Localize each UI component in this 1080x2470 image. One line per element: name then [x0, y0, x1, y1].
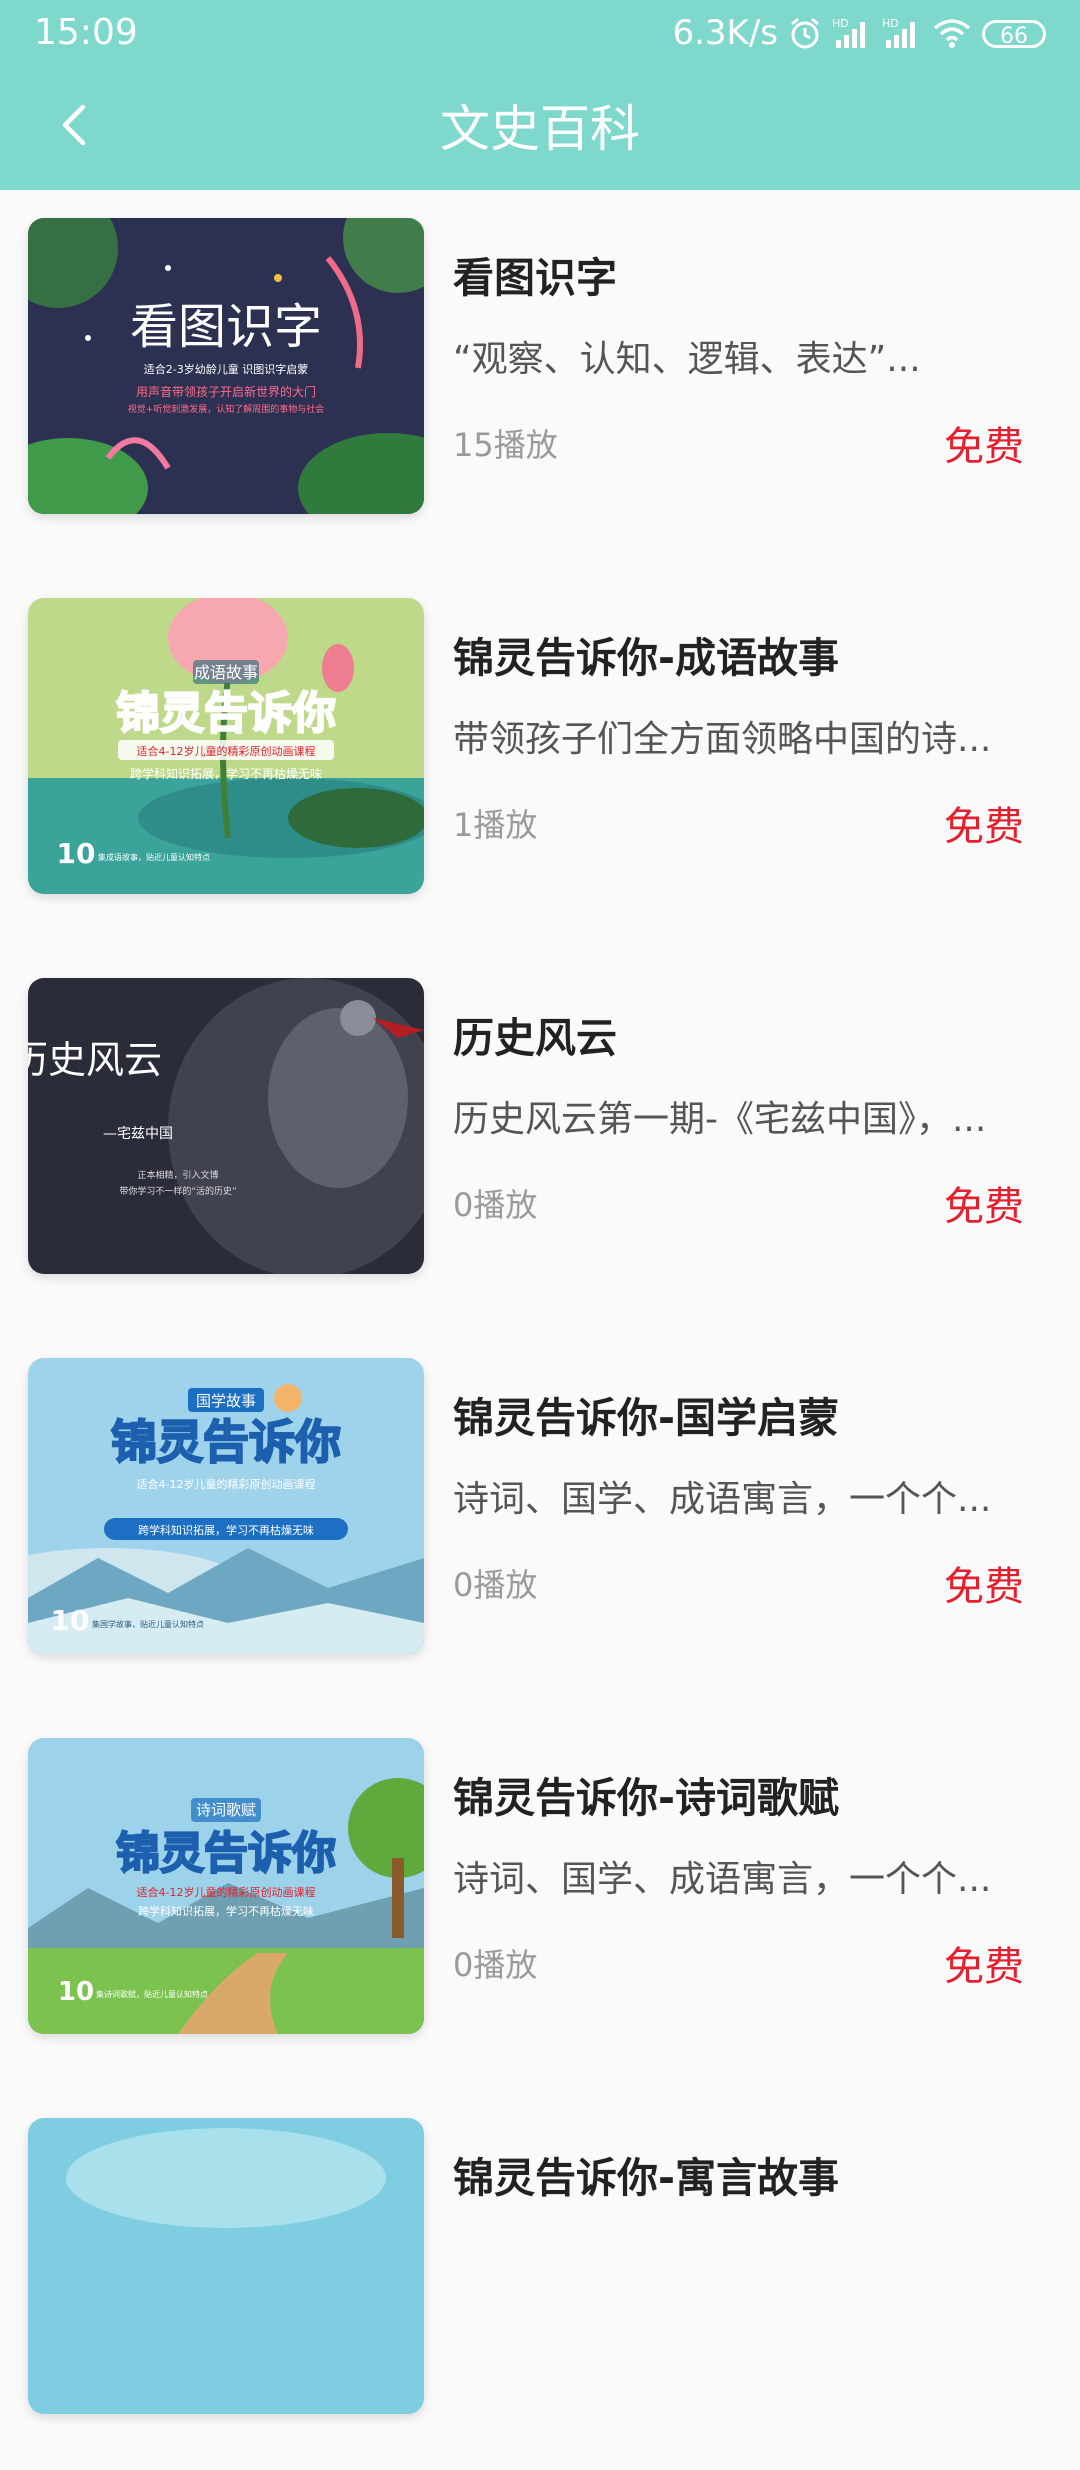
- course-thumbnail[interactable]: 国学故事 锦灵告诉你 适合4-12岁儿童的精彩原创动画课程 跨学科知识拓展，学习…: [28, 1358, 424, 1654]
- thumbnail-subline: 适合4-12岁儿童的精彩原创动画课程: [137, 744, 316, 758]
- course-item[interactable]: 国学故事 锦灵告诉你 适合4-12岁儿童的精彩原创动画课程 跨学科知识拓展，学习…: [0, 1330, 1080, 1710]
- thumbnail-headline: 锦灵告诉你: [116, 1828, 336, 1879]
- thumbnail-headline: 看图识字: [130, 299, 322, 355]
- play-count: 1播放: [453, 806, 538, 844]
- thumbnail-count-note: 集国学故事，贴近儿童认知特点: [92, 1619, 204, 1629]
- thumbnail-subline: 适合4-12岁儿童的精彩原创动画课程: [137, 1477, 316, 1491]
- course-description: “观察、认知、逻辑、表达”...: [453, 339, 921, 380]
- thumbnail-headline: 历史风云: [28, 1038, 162, 1082]
- svg-text:HD: HD: [882, 17, 899, 30]
- thumbnail-count: 10: [57, 837, 96, 870]
- course-thumbnail[interactable]: 历史风云 —宅兹中国 正本相精，引入文博 带你学习不一样的“活的历史”: [28, 978, 424, 1274]
- course-item[interactable]: 成语故事 锦灵告诉你 适合4-12岁儿童的精彩原创动画课程 跨学科知识拓展，学习…: [0, 570, 1080, 950]
- status-indicators: 6.3K/s HD HD 66: [672, 10, 1046, 56]
- thumbnail-line: 正本相精，引入文博: [137, 1169, 218, 1181]
- thumbnail-line: 带你学习不一样的“活的历史”: [119, 1185, 236, 1197]
- play-count: 15播放: [453, 426, 558, 464]
- course-item[interactable]: 历史风云 —宅兹中国 正本相精，引入文博 带你学习不一样的“活的历史” 历史风云…: [0, 950, 1080, 1330]
- wifi-icon: [932, 16, 972, 50]
- page-title: 文史百科: [440, 100, 640, 158]
- course-item[interactable]: 锦灵告诉你-寓言故事: [0, 2090, 1080, 2470]
- thumbnail-subline: —宅兹中国: [103, 1126, 173, 1142]
- thumbnail-count: 10: [51, 1604, 90, 1637]
- thumbnail-line: 跨学科知识拓展，学习不再枯燥无味: [138, 1523, 314, 1537]
- battery-icon: 66: [982, 20, 1046, 49]
- course-item[interactable]: 诗词歌赋 锦灵告诉你 适合4-12岁儿童的精彩原创动画课程 跨学科知识拓展，学习…: [0, 1710, 1080, 2090]
- thumbnail-line: 用声音带领孩子开启新世界的大门: [136, 384, 316, 399]
- thumbnail-headline: 锦灵告诉你: [116, 688, 336, 739]
- course-title[interactable]: 锦灵告诉你-成语故事: [453, 624, 1033, 684]
- play-count: 0播放: [453, 1946, 538, 1984]
- signal-hd-icon: HD: [832, 16, 872, 50]
- thumbnail-subline: 适合2-3岁幼龄儿童 识图识字启蒙: [144, 362, 308, 376]
- course-title[interactable]: 看图识字: [453, 244, 1033, 304]
- alarm-icon: [788, 16, 822, 50]
- course-title[interactable]: 锦灵告诉你-国学启蒙: [453, 1384, 1033, 1444]
- play-count: 0播放: [453, 1186, 538, 1224]
- thumbnail-count-note: 集诗词歌赋，贴近儿童认知特点: [96, 1989, 208, 1999]
- course-item[interactable]: 看图识字 适合2-3岁幼龄儿童 识图识字启蒙 用声音带领孩子开启新世界的大门 视…: [0, 190, 1080, 570]
- course-description: 历史风云第一期-《宅兹中国》，...: [453, 1099, 987, 1140]
- thumbnail-headline: 锦灵告诉你: [111, 1415, 341, 1469]
- course-thumbnail[interactable]: [28, 2118, 424, 2414]
- price-badge: 免费: [944, 1944, 1024, 1990]
- thumbnail-count-note: 集成语故事，贴近儿童认知特点: [98, 852, 210, 862]
- thumbnail-tag: 诗词歌赋: [196, 1801, 256, 1819]
- price-badge: 免费: [944, 804, 1024, 850]
- course-thumbnail[interactable]: 成语故事 锦灵告诉你 适合4-12岁儿童的精彩原创动画课程 跨学科知识拓展，学习…: [28, 598, 424, 894]
- net-speed: 6.3K/s: [672, 13, 778, 53]
- course-description: 带领孩子们全方面领略中国的诗...: [453, 719, 992, 760]
- svg-text:HD: HD: [832, 17, 849, 30]
- price-badge: 免费: [944, 1564, 1024, 1610]
- course-thumbnail[interactable]: 诗词歌赋 锦灵告诉你 适合4-12岁儿童的精彩原创动画课程 跨学科知识拓展，学习…: [28, 1738, 424, 2034]
- price-badge: 免费: [944, 424, 1024, 470]
- thumbnail-line: 视觉+听觉刺激发展，认知了解周围的事物与社会: [128, 403, 325, 415]
- signal-hd-icon: HD: [882, 16, 922, 50]
- course-description: 诗词、国学、成语寓言，一个个...: [453, 1479, 992, 1520]
- thumbnail-subline: 适合4-12岁儿童的精彩原创动画课程: [137, 1885, 316, 1899]
- status-time: 15:09: [34, 12, 138, 53]
- course-title[interactable]: 锦灵告诉你-诗词歌赋: [453, 1764, 1033, 1824]
- course-thumbnail[interactable]: 看图识字 适合2-3岁幼龄儿童 识图识字启蒙 用声音带领孩子开启新世界的大门 视…: [28, 218, 424, 514]
- price-badge: 免费: [944, 1184, 1024, 1230]
- thumbnail-tag: 成语故事: [194, 663, 258, 682]
- play-count: 0播放: [453, 1566, 538, 1604]
- app-header: 15:09 6.3K/s HD HD 66 文史百科: [0, 0, 1080, 190]
- course-title[interactable]: 历史风云: [453, 1004, 1033, 1064]
- thumbnail-tag: 国学故事: [196, 1392, 256, 1410]
- thumbnail-count: 10: [58, 1977, 94, 2007]
- thumbnail-line: 跨学科知识拓展，学习不再枯燥无味: [138, 1904, 314, 1918]
- status-bar: 15:09 6.3K/s HD HD 66: [0, 0, 1080, 66]
- course-title[interactable]: 锦灵告诉你-寓言故事: [453, 2144, 1033, 2204]
- thumbnail-line: 跨学科知识拓展，学习不再枯燥无味: [130, 766, 322, 781]
- course-description: 诗词、国学、成语寓言，一个个...: [453, 1859, 992, 1900]
